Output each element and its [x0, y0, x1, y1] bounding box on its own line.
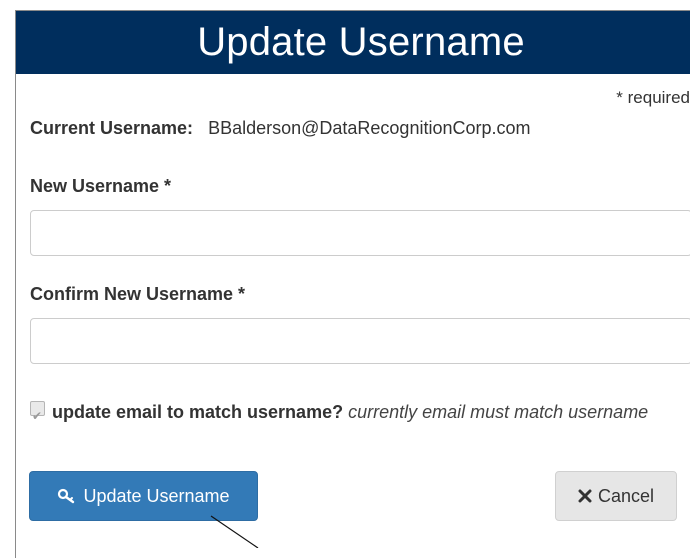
- annotation-pointer-line: [210, 515, 259, 548]
